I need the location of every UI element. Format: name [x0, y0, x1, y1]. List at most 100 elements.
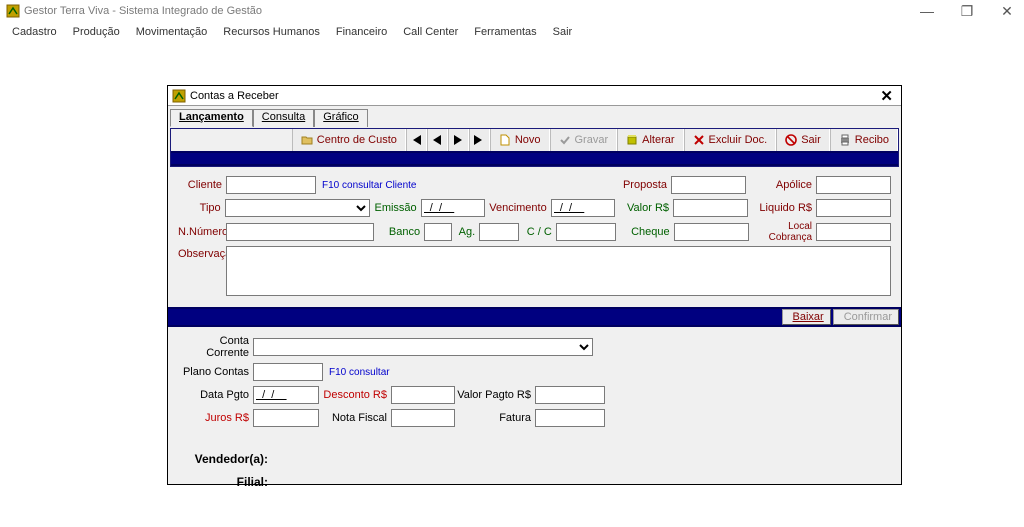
ag-input[interactable] [479, 223, 519, 241]
sair-button[interactable]: Sair [776, 129, 830, 151]
banco-label: Banco [374, 226, 424, 238]
filial-label: Filial: [178, 475, 268, 489]
confirmar-button[interactable]: Confirmar [833, 309, 899, 325]
cliente-label: Cliente [178, 179, 226, 191]
toolbar-frame: Centro de Custo Novo Gravar Alterar Excl… [170, 128, 899, 167]
conta-corrente-select[interactable] [253, 338, 593, 356]
tab-consulta[interactable]: Consulta [253, 109, 314, 127]
banco-input[interactable] [424, 223, 452, 241]
last-button[interactable] [469, 129, 490, 151]
menu-callcenter[interactable]: Call Center [397, 24, 464, 40]
plano-contas-hint: F10 consultar [323, 367, 390, 378]
minimize-button[interactable]: — [916, 3, 938, 19]
alterar-button[interactable]: Alterar [617, 129, 683, 151]
blue-divider-1 [171, 151, 898, 166]
cheque-label: Cheque [616, 226, 674, 238]
cliente-input[interactable] [226, 176, 316, 194]
emissao-input[interactable] [421, 199, 485, 217]
valor-input[interactable] [673, 199, 748, 217]
app-titlebar: Gestor Terra Viva - Sistema Integrado de… [0, 0, 1024, 22]
prev-button[interactable] [427, 129, 448, 151]
app-icon [6, 4, 20, 18]
menu-cadastro[interactable]: Cadastro [6, 24, 63, 40]
emissao-label: Emissão [370, 202, 421, 214]
modal-icon [172, 89, 186, 103]
window-controls: — ❐ ✕ [916, 3, 1018, 20]
tipo-select[interactable] [225, 199, 370, 217]
menu-producao[interactable]: Produção [67, 24, 126, 40]
delete-icon [693, 134, 705, 146]
maximize-button[interactable]: ❐ [956, 3, 978, 20]
tabs: Lançamento Consulta Gráfico [168, 106, 901, 126]
print-icon [839, 134, 851, 146]
valor-label: Valor R$ [615, 202, 673, 214]
fatura-input[interactable] [535, 409, 605, 427]
cheque-input[interactable] [674, 223, 749, 241]
nnumero-input[interactable] [226, 223, 374, 241]
menu-sair[interactable]: Sair [547, 24, 579, 40]
data-pgto-input[interactable] [253, 386, 319, 404]
first-button[interactable] [406, 129, 427, 151]
cc-label: C / C [519, 226, 556, 238]
proposta-input[interactable] [671, 176, 746, 194]
tipo-label: Tipo [178, 202, 225, 214]
valor-pagto-input[interactable] [535, 386, 605, 404]
centro-custo-button[interactable]: Centro de Custo [292, 129, 406, 151]
local-cobranca-input[interactable] [816, 223, 891, 241]
check-icon [559, 134, 571, 146]
conta-corrente-label: Conta Corrente [178, 335, 253, 359]
tab-grafico[interactable]: Gráfico [314, 109, 367, 127]
data-pgto-label: Data Pgto [178, 389, 253, 401]
nota-fiscal-label: Nota Fiscal [319, 412, 391, 424]
desconto-label: Desconto R$ [319, 389, 391, 401]
observacao-label: Observação [178, 246, 226, 260]
juros-label: Juros R$ [178, 412, 253, 424]
modal-close-button[interactable]: ✕ [876, 87, 897, 105]
exit-icon [785, 134, 797, 146]
excluir-button[interactable]: Excluir Doc. [684, 129, 777, 151]
liquido-label: Liquido R$ [748, 202, 816, 214]
local-cobranca-label: Local Cobrança [749, 221, 816, 243]
modal-title: Contas a Receber [190, 90, 876, 102]
menu-financeiro[interactable]: Financeiro [330, 24, 393, 40]
new-icon [499, 134, 511, 146]
plano-contas-input[interactable] [253, 363, 323, 381]
folder-icon [301, 134, 313, 146]
tab-lancamento[interactable]: Lançamento [170, 109, 253, 127]
next-button[interactable] [448, 129, 469, 151]
menu-rh[interactable]: Recursos Humanos [217, 24, 326, 40]
observacao-input[interactable] [226, 246, 891, 296]
juros-input[interactable] [253, 409, 319, 427]
plano-contas-label: Plano Contas [178, 366, 253, 378]
menu-movimentacao[interactable]: Movimentação [130, 24, 214, 40]
valor-pagto-label: Valor Pagto R$ [455, 389, 535, 401]
recibo-button[interactable]: Recibo [830, 129, 898, 151]
contas-receber-window: Contas a Receber ✕ Lançamento Consulta G… [167, 85, 902, 485]
menubar: Cadastro Produção Movimentação Recursos … [0, 22, 1024, 42]
modal-titlebar: Contas a Receber ✕ [168, 86, 901, 106]
vencimento-input[interactable] [551, 199, 615, 217]
apolice-input[interactable] [816, 176, 891, 194]
blue-divider-2: Baixar Confirmar [168, 307, 901, 327]
edit-icon [626, 134, 638, 146]
novo-button[interactable]: Novo [490, 129, 550, 151]
proposta-label: Proposta [611, 179, 671, 191]
form-area: Cliente F10 consultar Cliente Proposta A… [168, 169, 901, 303]
baixar-button[interactable]: Baixar [782, 309, 831, 325]
liquido-input[interactable] [816, 199, 891, 217]
gravar-button[interactable]: Gravar [550, 129, 618, 151]
toolbar: Centro de Custo Novo Gravar Alterar Excl… [171, 129, 898, 151]
close-button[interactable]: ✕ [996, 3, 1018, 20]
nota-fiscal-input[interactable] [391, 409, 455, 427]
nnumero-label: N.Número [178, 226, 226, 238]
toolbar-spacer [171, 129, 292, 151]
vencimento-label: Vencimento [485, 202, 551, 214]
fatura-label: Fatura [455, 412, 535, 424]
cc-input[interactable] [556, 223, 616, 241]
apolice-label: Apólice [746, 179, 816, 191]
ag-label: Ag. [452, 226, 479, 238]
bottom-form: Conta Corrente Plano Contas F10 consulta… [168, 331, 901, 499]
desconto-input[interactable] [391, 386, 455, 404]
menu-ferramentas[interactable]: Ferramentas [468, 24, 542, 40]
vendedor-label: Vendedor(a): [178, 452, 268, 466]
